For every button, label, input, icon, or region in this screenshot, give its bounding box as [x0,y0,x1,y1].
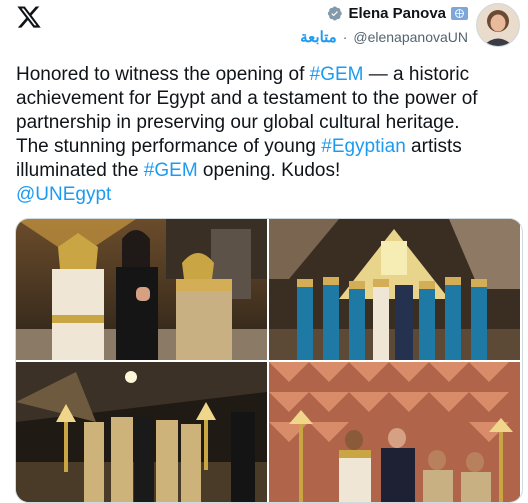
un-affiliate-badge-icon[interactable] [451,7,468,20]
hashtag-gem-link-2[interactable]: #GEM [144,160,198,181]
tweet-text-segment: opening. Kudos! [197,160,341,181]
tweet-paragraph-1: Honored to witness the opening of #GEM —… [16,63,516,135]
mention-unegypt-link[interactable]: @UNEgypt [16,184,111,205]
tweet-header: Elena Panova متابعة · @elenapanovaUN [300,3,520,47]
photo-3[interactable] [16,362,267,502]
photo-2[interactable] [269,219,520,360]
tweet-text-segment: Honored to witness the opening of [16,64,310,85]
author-info: Elena Panova متابعة · @elenapanovaUN [300,5,468,46]
tweet-paragraph-2: The stunning performance of young #Egypt… [16,135,516,183]
verified-check-icon [328,6,343,21]
photo-1[interactable] [16,219,267,360]
tweet-text: Honored to witness the opening of #GEM —… [16,63,516,207]
separator-dot: · [342,29,348,45]
avatar[interactable] [476,3,520,47]
follow-button[interactable]: متابعة [300,28,337,46]
media-grid [15,218,523,503]
tweet-text-segment: The stunning performance of young [16,136,322,157]
author-display-name[interactable]: Elena Panova [348,5,446,22]
hashtag-gem-link[interactable]: #GEM [310,64,364,85]
author-handle[interactable]: @elenapanovaUN [353,29,468,45]
x-logo-icon[interactable] [16,4,42,30]
hashtag-egyptian-link[interactable]: #Egyptian [321,136,406,157]
tweet-paragraph-3: @UNEgypt [16,183,516,207]
photo-4[interactable] [269,362,520,502]
